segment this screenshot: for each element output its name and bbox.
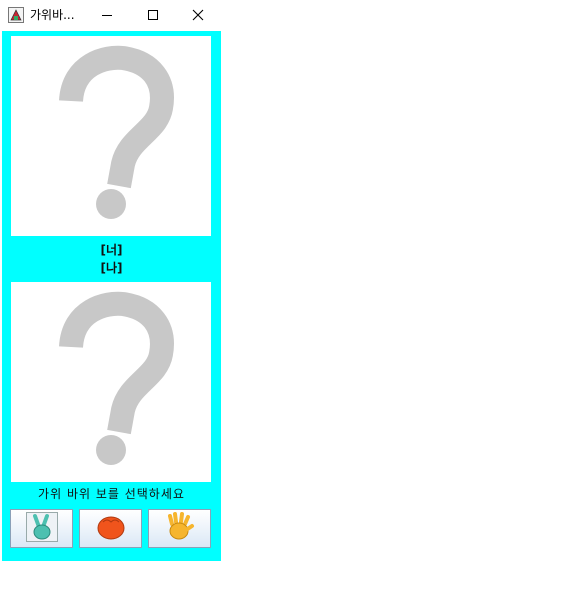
instruction-text: 가위 바위 보를 선택하세요 bbox=[38, 487, 185, 501]
player-choice-image bbox=[11, 282, 211, 482]
player-label: [나] bbox=[100, 261, 123, 275]
minimize-button[interactable] bbox=[84, 0, 130, 30]
maximize-icon bbox=[147, 6, 159, 25]
minimize-icon bbox=[101, 6, 113, 25]
close-icon bbox=[192, 6, 204, 25]
paper-open-hand-icon bbox=[164, 511, 196, 546]
game-window: 가위바... [너] [나] 가위 바위 보를 선택하세요 bbox=[0, 0, 221, 561]
close-button[interactable] bbox=[175, 0, 221, 30]
scissors-button[interactable] bbox=[10, 509, 73, 548]
paper-button[interactable] bbox=[148, 509, 211, 548]
app-icon bbox=[8, 7, 24, 23]
scissors-hand-icon bbox=[25, 511, 58, 546]
game-panel: [너] [나] 가위 바위 보를 선택하세요 bbox=[2, 31, 221, 561]
maximize-button[interactable] bbox=[130, 0, 176, 30]
title-bar[interactable]: 가위바... bbox=[0, 0, 221, 30]
rock-button[interactable] bbox=[79, 509, 142, 548]
opponent-label: [너] bbox=[100, 243, 123, 257]
rock-fist-icon bbox=[95, 512, 127, 546]
opponent-choice-image bbox=[11, 36, 211, 236]
window-title: 가위바... bbox=[30, 8, 75, 22]
